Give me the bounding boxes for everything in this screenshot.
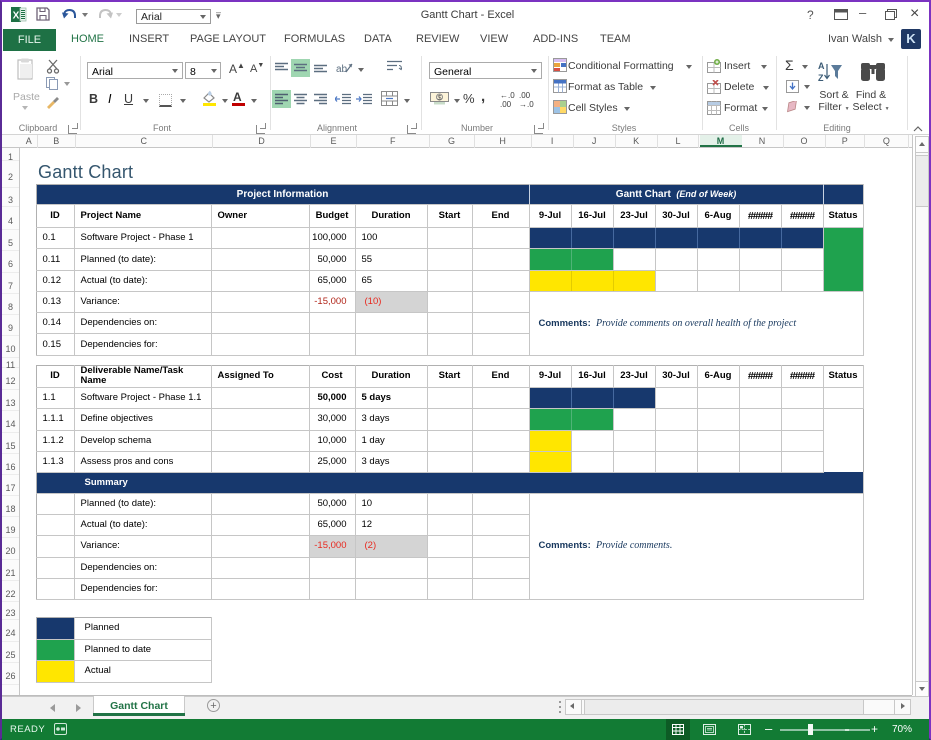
- svg-text:ab: ab: [336, 64, 348, 75]
- svg-text:Z: Z: [818, 73, 824, 83]
- svg-text:A: A: [818, 61, 825, 71]
- svg-text:$: $: [438, 95, 442, 102]
